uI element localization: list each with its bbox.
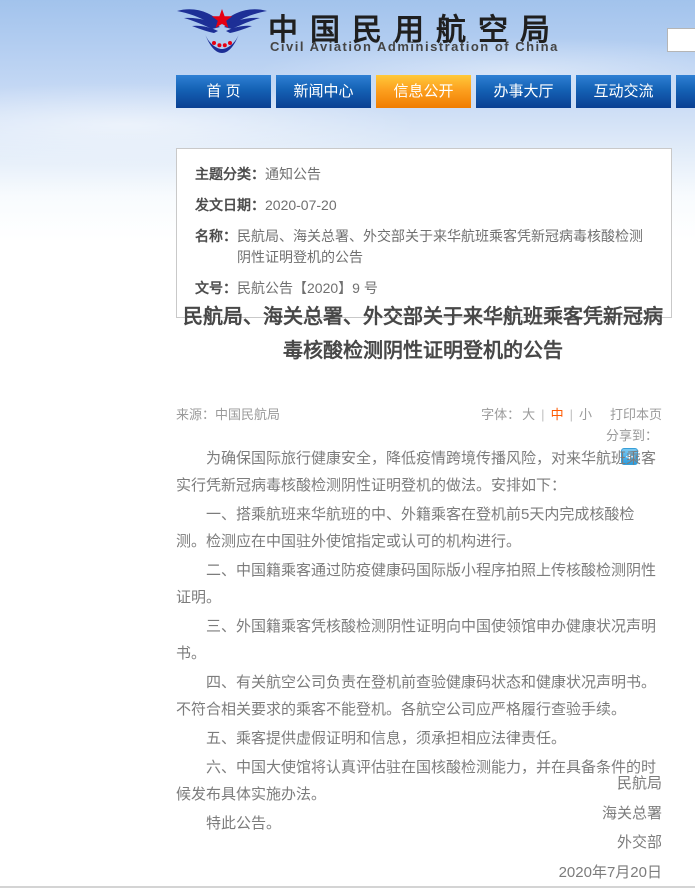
article-paragraph: 一、搭乘航班来华航班的中、外籍乘客在登机前5天内完成核酸检测。检测应在中国驻外使…: [176, 501, 662, 555]
document-meta-box: 主题分类：通知公告发文日期：2020-07-20名称：民航局、海关总署、外交部关…: [176, 148, 672, 318]
font-size-option-0[interactable]: 大: [522, 407, 535, 422]
bottom-divider: [0, 886, 695, 888]
separator: |: [541, 407, 544, 422]
article-title: 民航局、海关总署、外交部关于来华航班乘客凭新冠病毒核酸检测阴性证明登机的公告: [176, 300, 670, 368]
meta-label: 主题分类：: [195, 164, 265, 185]
meta-value: 民航公告【2020】9 号: [237, 278, 653, 299]
meta-value: 通知公告: [265, 164, 653, 185]
separator: |: [570, 407, 573, 422]
article-toolbar: 来源：中国民航局 字体：大 | 中 | 小 打印本页: [176, 404, 662, 423]
signature-line: 外交部: [176, 828, 662, 858]
nav-tab-2[interactable]: 信息公开: [376, 75, 471, 108]
signature-line: 民航局: [176, 769, 662, 799]
meta-row: 名称：民航局、海关总署、外交部关于来华航班乘客凭新冠病毒核酸检测阴性证明登机的公…: [195, 226, 653, 268]
nav-tab-4[interactable]: 互动交流: [576, 75, 671, 108]
meta-value: 2020-07-20: [265, 195, 653, 216]
meta-row: 主题分类：通知公告: [195, 164, 653, 185]
search-input[interactable]: [667, 28, 695, 52]
article-paragraph: 为确保国际旅行健康安全，降低疫情跨境传播风险，对来华航班乘客实行凭新冠病毒核酸检…: [176, 445, 662, 499]
signature-block: 民航局海关总署外交部2020年7月20日: [176, 769, 662, 887]
meta-value: 民航局、海关总署、外交部关于来华航班乘客凭新冠病毒核酸检测阴性证明登机的公告: [237, 226, 653, 268]
print-button[interactable]: 打印本页: [610, 407, 662, 422]
meta-row: 发文日期：2020-07-20: [195, 195, 653, 216]
font-size-option-1[interactable]: 中: [551, 407, 564, 422]
signature-date: 2020年7月20日: [176, 858, 662, 888]
article-paragraph: 三、外国籍乘客凭核酸检测阴性证明向中国使领馆申办健康状况声明书。: [176, 613, 662, 667]
site-title-en: Civil Aviation Administration of China: [270, 39, 559, 54]
font-size-controls: 字体：大 | 中 | 小 打印本页: [481, 404, 662, 423]
main-nav: 首 页新闻中心信息公开办事大厅互动交流: [176, 75, 695, 108]
article-paragraph: 五、乘客提供虚假证明和信息，须承担相应法律责任。: [176, 725, 662, 752]
article-paragraph: 二、中国籍乘客通过防疫健康码国际版小程序拍照上传核酸检测阴性证明。: [176, 557, 662, 611]
share-label: 分享到：: [606, 428, 658, 443]
caac-wings-logo: [176, 3, 268, 55]
nav-tab-1[interactable]: 新闻中心: [276, 75, 371, 108]
meta-label: 发文日期：: [195, 195, 265, 216]
meta-label: 名称：: [195, 226, 237, 268]
font-size-option-2[interactable]: 小: [579, 407, 592, 422]
meta-row: 文号：民航公告【2020】9 号: [195, 278, 653, 299]
article-paragraph: 四、有关航空公司负责在登机前查验健康码状态和健康状况声明书。不符合相关要求的乘客…: [176, 669, 662, 723]
nav-tab-0[interactable]: 首 页: [176, 75, 271, 108]
nav-tab-3[interactable]: 办事大厅: [476, 75, 571, 108]
signature-line: 海关总署: [176, 799, 662, 829]
meta-label: 文号：: [195, 278, 237, 299]
share-row: 分享到：: [176, 425, 658, 444]
nav-tab-partial[interactable]: [676, 75, 695, 108]
font-size-label: 字体：: [481, 407, 520, 422]
article-source: 来源：中国民航局: [176, 404, 280, 423]
